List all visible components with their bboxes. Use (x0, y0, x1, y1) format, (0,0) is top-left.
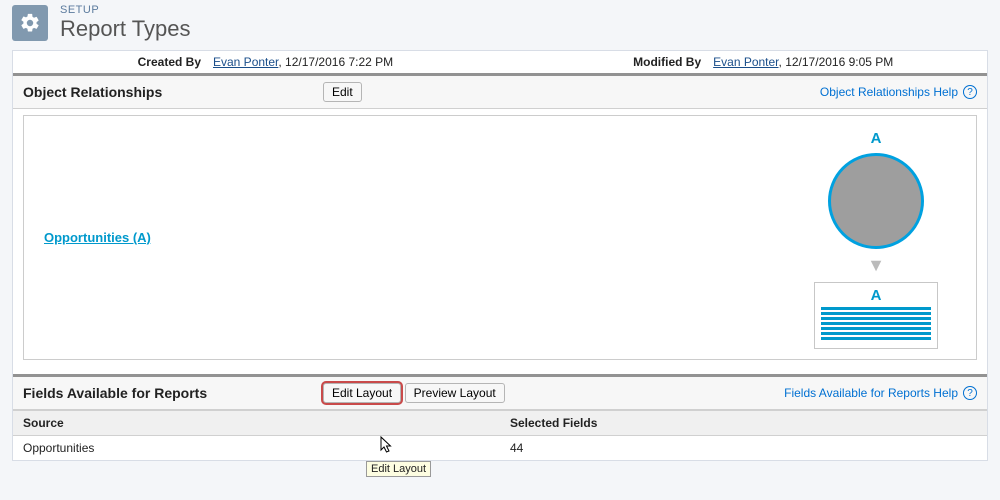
preview-layout-button[interactable]: Preview Layout (405, 383, 505, 403)
fields-available-header: Fields Available for Reports Edit Layout… (13, 374, 987, 410)
edit-layout-button[interactable]: Edit Layout (323, 383, 401, 403)
diagram-circle (828, 153, 924, 249)
source-cell: Opportunities (13, 436, 500, 460)
object-relationships-header: Object Relationships Edit Object Relatio… (13, 73, 987, 109)
main-panel: Created By Evan Ponter, 12/17/2016 7:22 … (12, 50, 988, 461)
object-relationships-body: Opportunities (A) A ▼ A (23, 115, 977, 360)
diagram-report-box: A (814, 282, 938, 349)
modified-by-label: Modified By (613, 55, 713, 69)
modified-by-link[interactable]: Evan Ponter (713, 55, 778, 69)
gear-icon (12, 5, 48, 41)
diagram-letter-top: A (871, 130, 882, 147)
diagram-column: A ▼ A (786, 126, 966, 349)
object-relationships-title: Object Relationships (23, 84, 323, 100)
col-selected-header: Selected Fields (500, 411, 987, 435)
created-by-link[interactable]: Evan Ponter (213, 55, 278, 69)
fields-available-title: Fields Available for Reports (23, 385, 323, 401)
edit-button[interactable]: Edit (323, 82, 362, 102)
created-by-value: Evan Ponter, 12/17/2016 7:22 PM (213, 55, 393, 69)
help-icon: ? (963, 85, 977, 99)
fields-available-help-link[interactable]: Fields Available for Reports Help ? (784, 386, 977, 400)
page-title: Report Types (60, 16, 190, 42)
object-relationships-help-link[interactable]: Object Relationships Help ? (820, 85, 977, 99)
setup-label: SETUP (60, 4, 190, 16)
meta-row: Created By Evan Ponter, 12/17/2016 7:22 … (13, 51, 987, 73)
selected-fields-cell: 44 (500, 436, 987, 460)
fields-table-header: Source Selected Fields (13, 410, 987, 436)
fields-table-row: Opportunities 44 (13, 436, 987, 460)
tooltip: Edit Layout (366, 461, 431, 477)
col-source-header: Source (13, 411, 500, 435)
opportunities-link[interactable]: Opportunities (A) (44, 230, 151, 245)
down-arrow-icon: ▼ (867, 255, 885, 276)
created-by-label: Created By (13, 55, 213, 69)
help-icon: ? (963, 386, 977, 400)
page-header: SETUP Report Types (0, 0, 1000, 50)
diagram-letter-bottom: A (821, 287, 931, 304)
modified-by-value: Evan Ponter, 12/17/2016 9:05 PM (713, 55, 893, 69)
